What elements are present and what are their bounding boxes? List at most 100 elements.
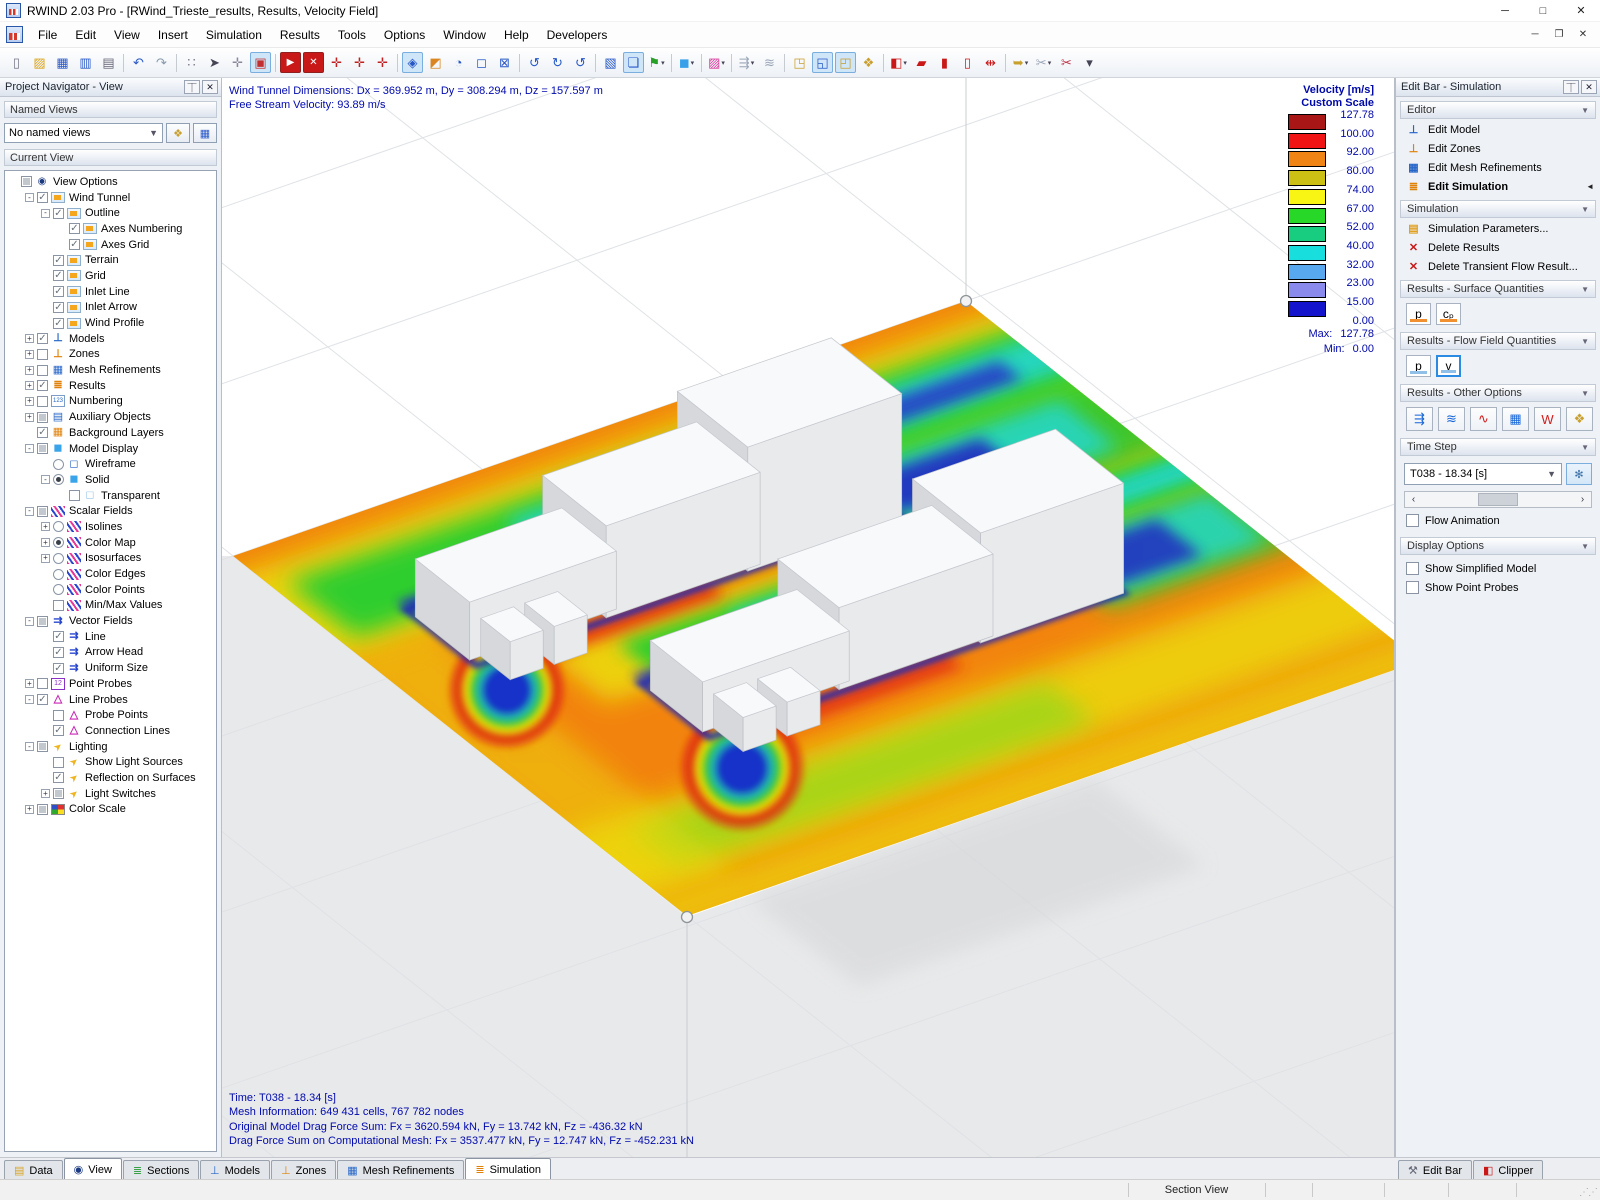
toolbar-select-nodes-icon[interactable]: ∷	[181, 52, 202, 73]
toolbar-show-model-icon[interactable]: ◱	[812, 52, 833, 73]
checkbox[interactable]: ✓	[53, 725, 64, 737]
checkbox[interactable]: ✓	[53, 301, 64, 313]
toolbar-named-views-flag-icon[interactable]: ⚑ ▾	[646, 52, 667, 73]
toolbar-toolbar-overflow-icon[interactable]: ▾	[1079, 52, 1100, 73]
checkbox[interactable]	[37, 395, 48, 407]
toolbar-drag-force-y-icon[interactable]: ✛	[349, 52, 370, 73]
collapse-icon[interactable]: ▼	[1581, 337, 1589, 346]
expand-icon[interactable]: +	[25, 334, 34, 344]
save-view-button[interactable]: ▦	[193, 123, 217, 143]
radio[interactable]	[53, 568, 64, 580]
menu-window[interactable]: Window	[434, 24, 495, 46]
expand-icon[interactable]: +	[41, 789, 50, 799]
minimize-button[interactable]: ─	[1486, 0, 1524, 21]
toolbar-save-file-icon[interactable]: ▦	[52, 52, 73, 73]
time-step-scrollbar[interactable]: ‹ ›	[1404, 491, 1592, 508]
expand-icon[interactable]: -	[25, 616, 34, 626]
expand-icon[interactable]: -	[41, 475, 50, 485]
menu-file[interactable]: File	[29, 24, 66, 46]
tree-item-numbering[interactable]: +123 Numbering	[5, 394, 216, 410]
time-step-dropdown[interactable]: T038 - 18.34 [s] ▼	[1404, 463, 1562, 485]
toolbar-cut-pattern-off-icon[interactable]: ✂ ▾	[1033, 52, 1054, 73]
tree-item-connection-lines[interactable]: ✓ △ Connection Lines	[5, 723, 216, 739]
toolbar-new-window-icon[interactable]: ❏	[623, 52, 644, 73]
mesh-overlay-button[interactable]: ▦	[1502, 407, 1529, 431]
tab-simulation[interactable]: ≣ Simulation	[465, 1158, 551, 1180]
checkbox[interactable]	[53, 756, 64, 768]
tree-item-isosurfaces[interactable]: + Isosurfaces	[5, 551, 216, 567]
toolbar-run-simulation-icon[interactable]: ▶	[280, 52, 301, 73]
named-views-dropdown[interactable]: No named views ▼	[4, 123, 163, 143]
collapse-icon[interactable]: ▼	[1581, 285, 1589, 294]
toolbar-stop-simulation-icon[interactable]: ✕	[303, 52, 324, 73]
tree-item-arrow-head[interactable]: ✓ ⇉ Arrow Head	[5, 645, 216, 661]
expand-icon[interactable]: +	[25, 349, 34, 359]
radio[interactable]	[53, 521, 64, 533]
viewport-3d[interactable]: Wind Tunnel Dimensions: Dx = 369.952 m, …	[222, 78, 1395, 1157]
flow-animation-button[interactable]: ≋	[1438, 407, 1465, 431]
toolbar-rotate-cw-icon[interactable]: ↻	[547, 52, 568, 73]
tree-item-background-layers[interactable]: ✓ ▦ Background Layers	[5, 425, 216, 441]
tree-item-results[interactable]: + ✓ ≣ Results	[5, 378, 216, 394]
show-point-probes-checkbox[interactable]	[1406, 581, 1419, 594]
action-edit-model[interactable]: ⊥ Edit Model	[1396, 120, 1600, 139]
menu-developers[interactable]: Developers	[538, 24, 617, 46]
tree-item-solid[interactable]: - ◼ Solid	[5, 472, 216, 488]
tree-item-color-edges[interactable]: Color Edges	[5, 566, 216, 582]
checkbox[interactable]: ✓	[53, 772, 64, 784]
menu-insert[interactable]: Insert	[149, 24, 197, 46]
collapse-icon[interactable]: ▼	[1581, 443, 1589, 452]
toolbar-clipper-cube-icon[interactable]: ◧ ▾	[888, 52, 909, 73]
toolbar-clip-plane-horizontal-icon[interactable]: ▰	[911, 52, 932, 73]
toolbar-show-terrain-icon[interactable]: ◰	[835, 52, 856, 73]
close-panel-icon[interactable]: ✕	[202, 80, 218, 94]
radio[interactable]	[53, 474, 64, 486]
quantity-v-button[interactable]: v	[1436, 355, 1461, 377]
tree-item-wireframe[interactable]: ◻ Wireframe	[5, 456, 216, 472]
tree-item-uniform-size[interactable]: ✓ ⇉ Uniform Size	[5, 660, 216, 676]
tree-item-show-light-sources[interactable]: ➤ Show Light Sources	[5, 754, 216, 770]
probe-surface-button[interactable]: ❖	[1566, 407, 1593, 431]
toolbar-zoom-all-icon[interactable]: ⊠	[494, 52, 515, 73]
checkbox[interactable]: ✓	[53, 631, 64, 643]
tree-item-light-switches[interactable]: + ➤ Light Switches	[5, 786, 216, 802]
expand-icon[interactable]: +	[25, 412, 34, 422]
checkbox[interactable]: ✓	[53, 646, 64, 658]
tree-item-wind-tunnel[interactable]: - ✓ Wind Tunnel	[5, 190, 216, 206]
radio[interactable]	[53, 552, 64, 564]
collapse-icon[interactable]: ▼	[1581, 389, 1589, 398]
tree-item-line[interactable]: ✓ ⇉ Line	[5, 629, 216, 645]
pin-icon[interactable]: ⏉	[1563, 80, 1579, 94]
checkbox[interactable]: ✓	[37, 427, 48, 439]
menu-simulation[interactable]: Simulation	[197, 24, 271, 46]
quantity-p-button[interactable]: p	[1406, 303, 1431, 325]
expand-icon[interactable]: -	[25, 444, 34, 454]
mdi-close-button[interactable]: ✕	[1572, 29, 1594, 40]
toolbar-new-file-icon[interactable]: ▯	[6, 52, 27, 73]
checkbox[interactable]	[69, 490, 80, 502]
pin-icon[interactable]: ⏉	[184, 80, 200, 94]
tab-edit-bar[interactable]: ⚒ Edit Bar	[1398, 1160, 1473, 1180]
toolbar-wireframe-box-icon[interactable]: ▧	[600, 52, 621, 73]
checkbox[interactable]	[37, 443, 48, 455]
show-simplified-model-checkbox[interactable]	[1406, 562, 1419, 575]
toolbar-restore-view-icon[interactable]: ◩	[425, 52, 446, 73]
checkbox[interactable]: ✓	[69, 239, 80, 251]
tree-item-min-max-values[interactable]: Min/Max Values	[5, 598, 216, 614]
maximize-button[interactable]: □	[1524, 0, 1562, 21]
toolbar-export-image-icon[interactable]: ▥	[75, 52, 96, 73]
expand-icon[interactable]: -	[25, 742, 34, 752]
tree-item-models[interactable]: + ✓ ⊥ Models	[5, 331, 216, 347]
mdi-restore-button[interactable]: ❐	[1548, 29, 1570, 40]
tree-item-auxiliary-objects[interactable]: + ▤ Auxiliary Objects	[5, 409, 216, 425]
tree-item-view-options[interactable]: ◉ View Options	[5, 174, 216, 190]
toolbar-paint-surface-icon[interactable]: ❖	[858, 52, 879, 73]
action-edit-zones[interactable]: ⊥ Edit Zones	[1396, 139, 1600, 158]
toolbar-drag-force-x-icon[interactable]: ✛	[326, 52, 347, 73]
expand-icon[interactable]: +	[25, 804, 34, 814]
toolbar-scalar-field-settings-icon[interactable]: ▨ ▾	[706, 52, 727, 73]
radio[interactable]	[53, 584, 64, 596]
expand-icon[interactable]: +	[41, 553, 50, 563]
tree-item-outline[interactable]: - ✓ Outline	[5, 205, 216, 221]
expand-icon[interactable]: +	[25, 396, 34, 406]
